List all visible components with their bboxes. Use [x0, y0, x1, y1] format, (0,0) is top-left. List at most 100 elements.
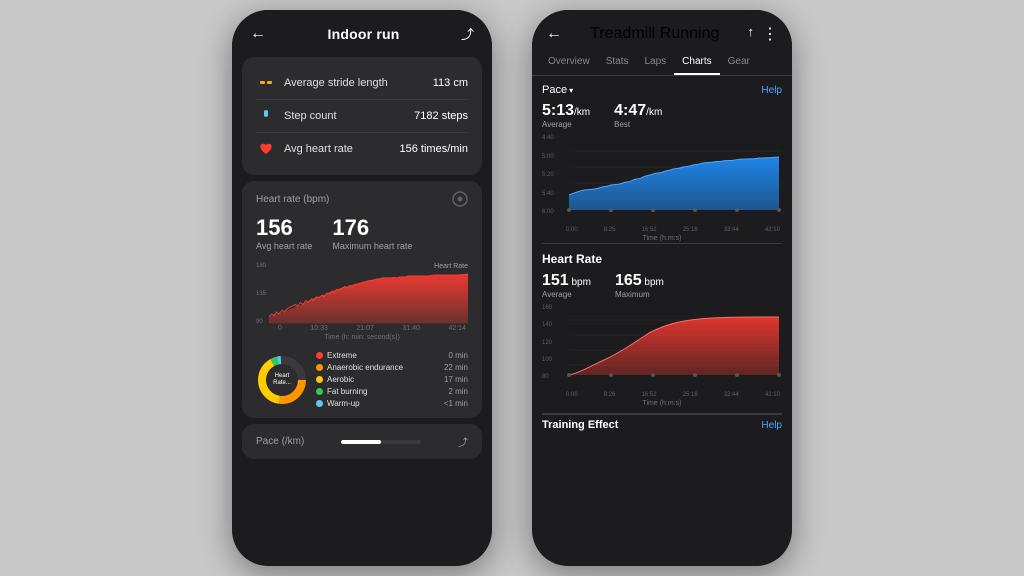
tab-overview[interactable]: Overview [540, 50, 598, 75]
training-effect-label: Training Effect [542, 419, 618, 431]
right-phone-title: Treadmill Running [590, 25, 719, 43]
pace-chart-area: 4:40 5:00 5:20 5:40 6:00 [542, 135, 782, 235]
pace-section-header: Pace ▾ Help [542, 84, 782, 96]
avg-hr-value: 156 times/min [400, 143, 468, 155]
hr-x-labels2: 0:00 8:26 16:52 25:18 33:44 42:10 [542, 392, 782, 398]
pace-avg-unit: /km [574, 107, 590, 118]
right-phone-scroll[interactable]: Pace ▾ Help 5:13/km Average 4:47/km Best… [532, 76, 792, 566]
step-icon [256, 106, 276, 126]
pace-help-btn[interactable]: Help [761, 85, 782, 96]
stat-row-stride: Average stride length 113 cm [256, 67, 468, 100]
tab-gear[interactable]: Gear [720, 50, 758, 75]
hr-y-l3: 100 [542, 357, 564, 363]
zone-dot-warmup [316, 400, 323, 407]
max-hr-big: 176 [332, 215, 412, 241]
right-phone: ← Treadmill Running ↑ ⋮ Overview Stats L… [532, 10, 792, 566]
hr-max-stat2: 165 bpm Maximum [615, 272, 664, 299]
hr-chart-area: Heart Rate 180 135 90 [256, 263, 468, 343]
donut-label: HeartRate... [273, 372, 291, 386]
hr-chart-area2: 160 140 120 100 80 [542, 305, 782, 405]
pace-arrow[interactable]: ⤴ [458, 434, 468, 449]
avg-hr-stat-label: Avg heart rate [256, 241, 312, 251]
chevron-down-icon: ▾ [569, 86, 573, 95]
hr-y-l1: 140 [542, 322, 564, 328]
hr-avg-stat2: 151 bpm Average [542, 272, 591, 299]
stat-row-step: Step count 7182 steps [256, 100, 468, 133]
hr-stats: 156 Avg heart rate 176 Maximum heart rat… [256, 215, 468, 251]
avg-hr-stat: 156 Avg heart rate [256, 215, 312, 251]
hr-avg-unit2: bpm [569, 277, 591, 288]
tab-charts[interactable]: Charts [674, 50, 719, 75]
hr-chart-svg2 [566, 305, 782, 380]
hr-card: Heart rate (bpm) 156 Avg heart rate 176 … [242, 181, 482, 418]
pace-y-3: 5:40 [542, 191, 564, 197]
pace-best-label: Best [614, 120, 662, 129]
hr-time-axis: Time (h: min: second(s)) [256, 334, 468, 341]
pace-y-4: 6:00 [542, 209, 564, 215]
training-effect-divider [542, 413, 782, 415]
pace-bottom-label: Pace (/km) [256, 436, 304, 447]
pace-stats: 5:13/km Average 4:47/km Best [542, 102, 782, 129]
hr-y-max: 180 [256, 263, 266, 269]
zone-dot-anaerobic [316, 364, 323, 371]
hr-x-labels: 0 10:33 21:07 31:40 42:14 [256, 325, 468, 332]
tabs-row: Overview Stats Laps Charts Gear [532, 50, 792, 76]
hr-y-l0: 160 [542, 305, 564, 311]
hr-card-title: Heart rate (bpm) [256, 194, 329, 205]
step-label: Step count [284, 110, 337, 122]
hr-section-title: Heart Rate [542, 252, 782, 266]
left-phone-scroll[interactable]: Average stride length 113 cm Step count … [232, 51, 492, 566]
pace-bar-fill [341, 440, 381, 444]
zone-dot-fat [316, 388, 323, 395]
share-icon[interactable]: ↑ [748, 24, 755, 44]
pace-bar [341, 440, 421, 444]
pace-dropdown[interactable]: Pace ▾ [542, 84, 573, 96]
hr-max-value2: 165 [615, 272, 642, 289]
hr-stats-row: 151 bpm Average 165 bpm Maximum [542, 272, 782, 299]
hr-chart-label: Heart Rate [434, 263, 468, 270]
back-icon-right[interactable]: ← [546, 25, 562, 43]
left-phone-title: Indoor run [327, 26, 399, 42]
stride-label: Average stride length [284, 77, 388, 89]
left-phone-header: ← Indoor run ⤴ [232, 10, 492, 51]
pace-best-unit: /km [646, 107, 662, 118]
pace-avg-value: 5:13 [542, 102, 574, 119]
training-help-btn[interactable]: Help [761, 420, 782, 431]
hr-settings-icon[interactable] [452, 191, 468, 207]
hr-zones: HeartRate... Extreme 0 min Anaerobic en [256, 351, 468, 408]
right-phone-header: ← Treadmill Running ↑ ⋮ [532, 10, 792, 50]
zone-dot-extreme [316, 352, 323, 359]
route-icon[interactable]: ⤴ [461, 24, 474, 43]
pace-best-value: 4:47 [614, 102, 646, 119]
avg-hr-label: Avg heart rate [284, 143, 353, 155]
pace-time-axis: Time (h:m:s) [542, 235, 782, 242]
hr-max-label2: Maximum [615, 290, 664, 299]
hr-max-unit2: bpm [642, 277, 664, 288]
hr-chart-svg [269, 263, 468, 325]
stride-icon [256, 73, 276, 93]
hr-donut: HeartRate... [256, 354, 308, 406]
pace-bottom-card[interactable]: Pace (/km) ⤴ [242, 424, 482, 459]
tab-laps[interactable]: Laps [636, 50, 674, 75]
zone-aerobic: Aerobic 17 min [316, 375, 468, 384]
hr-avg-value2: 151 [542, 272, 569, 289]
zone-fat: Fat burning 2 min [316, 387, 468, 396]
tab-stats[interactable]: Stats [598, 50, 637, 75]
section-divider [542, 243, 782, 244]
hr-y-l4: 80 [542, 374, 564, 380]
zone-extreme: Extreme 0 min [316, 351, 468, 360]
max-hr-stat-label: Maximum heart rate [332, 241, 412, 251]
pace-avg-stat: 5:13/km Average [542, 102, 590, 129]
pace-y-2: 5:20 [542, 172, 564, 178]
back-icon-left[interactable]: ← [250, 25, 266, 43]
hr-time-axis2: Time (h:m:s) [542, 400, 782, 407]
hr-section: Heart Rate 151 bpm Average 165 bpm Maxim… [542, 252, 782, 431]
pace-y-0: 4:40 [542, 135, 564, 141]
max-hr-stat: 176 Maximum heart rate [332, 215, 412, 251]
hr-card-header: Heart rate (bpm) [256, 191, 468, 207]
zone-warmup: Warm-up <1 min [316, 399, 468, 408]
stats-card: Average stride length 113 cm Step count … [242, 57, 482, 175]
stat-row-hr: Avg heart rate 156 times/min [256, 133, 468, 165]
heart-icon-left [256, 139, 276, 159]
more-icon[interactable]: ⋮ [762, 24, 778, 44]
